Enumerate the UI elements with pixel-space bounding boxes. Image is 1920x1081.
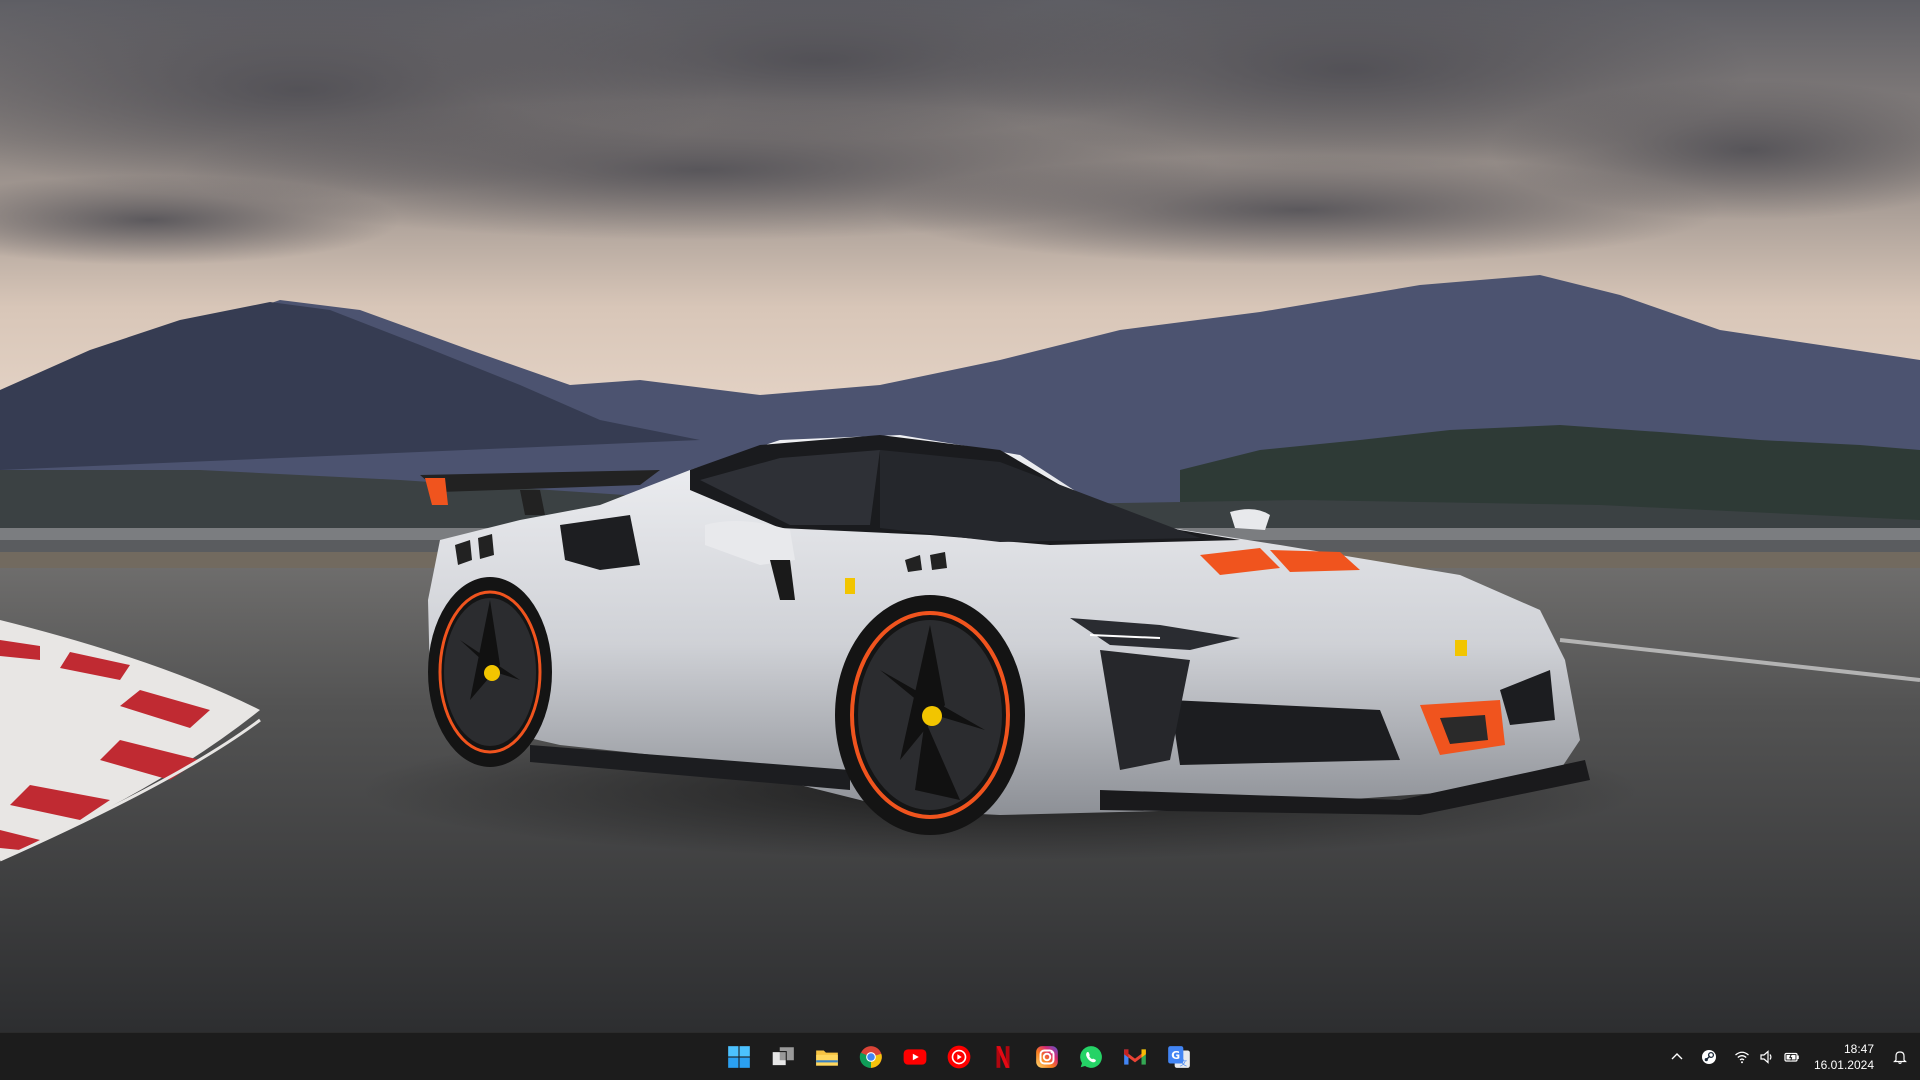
youtube-button[interactable] xyxy=(895,1037,935,1077)
network-volume-battery-button[interactable] xyxy=(1726,1037,1808,1077)
clock-time: 18:47 xyxy=(1843,1042,1874,1056)
translate-icon: G 文 xyxy=(1168,1046,1190,1068)
youtube-music-button[interactable] xyxy=(939,1037,979,1077)
system-tray: 18:47 16.01.2024 xyxy=(1662,1033,1920,1081)
steam-icon xyxy=(1701,1050,1716,1064)
task-view-button[interactable] xyxy=(763,1037,803,1077)
chrome-button[interactable] xyxy=(851,1037,891,1077)
instagram-icon xyxy=(1036,1046,1058,1068)
file-explorer-button[interactable] xyxy=(807,1037,847,1077)
chevron-up-icon xyxy=(1671,1053,1683,1060)
youtube-music-icon xyxy=(947,1045,971,1069)
wifi-icon xyxy=(1735,1051,1749,1064)
speaker-icon xyxy=(1760,1050,1772,1064)
youtube-icon xyxy=(903,1049,927,1065)
desktop-wallpaper xyxy=(0,0,1920,1032)
show-hidden-icons-button[interactable] xyxy=(1662,1037,1692,1077)
instagram-button[interactable] xyxy=(1027,1037,1067,1077)
chrome-icon xyxy=(859,1046,882,1068)
svg-text:文: 文 xyxy=(1180,1058,1188,1068)
wallpaper-image xyxy=(0,0,1920,1032)
google-translate-button[interactable]: G 文 xyxy=(1159,1037,1199,1077)
netflix-button[interactable] xyxy=(983,1037,1023,1077)
notification-center-button[interactable] xyxy=(1884,1037,1916,1077)
battery-icon xyxy=(1784,1052,1799,1062)
clock-date-button[interactable]: 18:47 16.01.2024 xyxy=(1808,1037,1884,1077)
task-view-icon xyxy=(771,1047,794,1067)
taskbar-app-list: G 文 xyxy=(719,1033,1199,1081)
gmail-icon xyxy=(1124,1049,1146,1065)
netflix-icon xyxy=(996,1046,1010,1068)
gmail-button[interactable] xyxy=(1115,1037,1155,1077)
folder-icon xyxy=(816,1050,838,1066)
whatsapp-button[interactable] xyxy=(1071,1037,1111,1077)
bell-icon xyxy=(1893,1051,1907,1064)
clock-date: 16.01.2024 xyxy=(1813,1058,1874,1072)
taskbar: G 文 18:47 16.01.2024 xyxy=(0,1032,1920,1080)
windows-logo-icon xyxy=(728,1046,750,1068)
steam-tray-button[interactable] xyxy=(1692,1037,1726,1077)
start-button[interactable] xyxy=(719,1037,759,1077)
whatsapp-icon xyxy=(1080,1046,1102,1068)
